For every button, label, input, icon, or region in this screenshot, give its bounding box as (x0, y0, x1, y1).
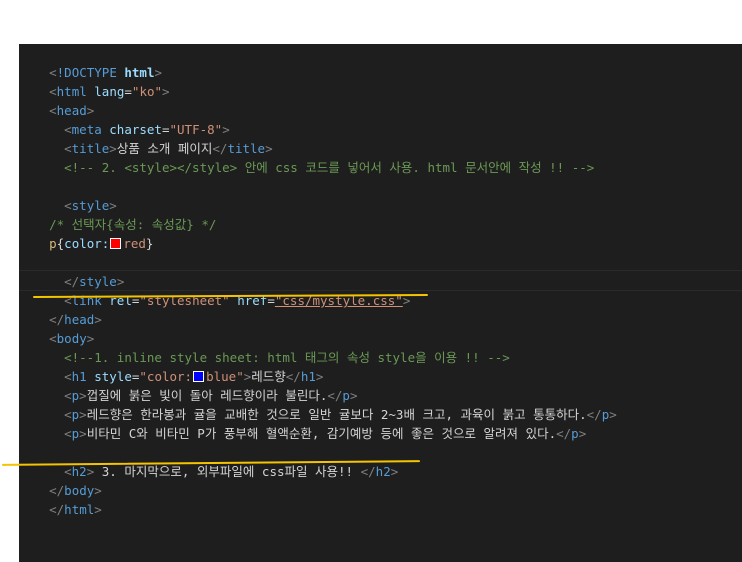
code-line-10[interactable]: p{color: red} (19, 215, 153, 251)
code-line-8[interactable]: <style> (34, 177, 117, 213)
tag-name: html (64, 502, 95, 517)
code-line-15[interactable]: <body> (19, 310, 94, 346)
brace: } (145, 236, 154, 251)
css-selector: p (49, 236, 57, 251)
code-line-9[interactable]: /* 선택자{속성: 속성값} */ (19, 196, 216, 232)
code-line-24[interactable]: </html> (19, 481, 102, 517)
paragraph-text: 비타민 C와 비타민 P가 풍부해 혈액순환, 감기예방 등에 좋은 것으로 알… (86, 426, 557, 441)
attr-name: lang (94, 84, 125, 99)
html-comment: <!-- 2. <style></style> 안에 css 코드를 넣어서 사… (64, 160, 595, 175)
code-line-16[interactable]: <!--1. inline style sheet: html 태그의 속성 s… (34, 329, 510, 365)
code-line-3[interactable]: <head> (19, 82, 94, 118)
h2-text: 3. 마지막으로, 외부파일에 css파일 사용!! (94, 464, 361, 479)
code-editor[interactable]: <!DOCTYPE html> <html lang="ko"> <head> … (19, 44, 742, 562)
equals: = (124, 84, 132, 99)
code-line-20[interactable]: <p>비타민 C와 비타민 P가 풍부해 혈액순환, 감기예방 등에 좋은 것으… (34, 405, 586, 441)
code-line-22[interactable]: <h2> 3. 마지막으로, 외부파일에 css파일 사용!! </h2> (34, 443, 398, 479)
code-line-5[interactable]: <title>상품 소개 페이지</title> (34, 120, 273, 156)
code-line-1[interactable]: <!DOCTYPE html> (19, 44, 162, 80)
tag-name: h2 (375, 464, 391, 479)
code-line-6[interactable]: <!-- 2. <style></style> 안에 css 코드를 넣어서 사… (34, 139, 594, 175)
color-swatch-icon[interactable] (110, 238, 122, 249)
code-line-17[interactable]: <h1 style="color: blue">레드향</h1> (34, 348, 323, 384)
tag-name: p (571, 426, 579, 441)
code-line-18[interactable]: <p>껍질에 붉은 빛이 돌아 레드향이라 불린다.</p> (34, 367, 357, 403)
code-line-2[interactable]: <html lang="ko"> (19, 63, 169, 99)
css-property: color: (64, 236, 110, 251)
css-value: red (123, 236, 146, 251)
attr-value: "ko" (131, 84, 163, 99)
code-line-14[interactable]: </head> (19, 291, 102, 327)
code-line-19[interactable]: <p>레드향은 한라봉과 귤을 교배한 것으로 일반 귤보다 2~3배 크고, … (34, 386, 617, 422)
code-line-12[interactable]: </style> (34, 253, 124, 289)
code-line-13[interactable]: <link rel="stylesheet" href="css/mystyle… (34, 272, 410, 308)
code-line-4[interactable]: <meta charset="UTF-8"> (34, 101, 230, 137)
